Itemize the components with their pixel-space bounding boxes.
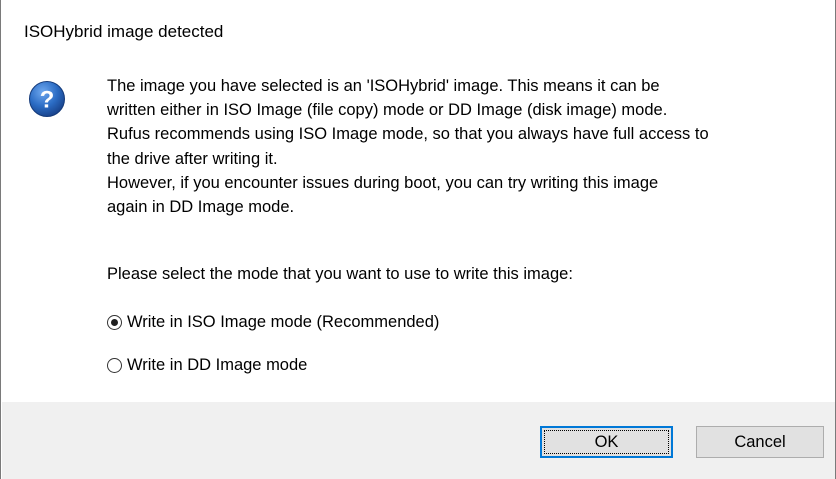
message-line: The image you have selected is an 'ISOHy…: [107, 77, 660, 95]
message-line: However, if you encounter issues during …: [107, 173, 659, 192]
question-icon: ?: [28, 80, 66, 118]
radio-button-checked[interactable]: [107, 315, 122, 330]
isohybrid-dialog: ISOHybrid image detected ? The image you…: [0, 0, 836, 479]
cancel-button-label: Cancel: [734, 432, 786, 451]
dialog-title: ISOHybrid image detected: [24, 22, 224, 41]
dialog-titlebar: ISOHybrid image detected: [2, 0, 835, 64]
radio-iso-mode[interactable]: Write in ISO Image mode (Recommended): [107, 313, 439, 332]
message-line: written either in ISO Image (file copy) …: [107, 101, 668, 120]
message-line: Rufus recommends using ISO Image mode, s…: [107, 125, 709, 144]
mode-prompt: Please select the mode that you want to …: [107, 265, 573, 283]
ok-button[interactable]: OK: [540, 426, 673, 458]
ok-button-label: OK: [594, 432, 619, 451]
radio-dd-mode[interactable]: Write in DD Image mode: [107, 356, 307, 375]
message-line: the drive after writing it.: [107, 149, 278, 168]
dialog-message: The image you have selected is an 'ISOHy…: [107, 74, 827, 219]
dialog-content: ? The image you have selected is an 'ISO…: [2, 64, 835, 402]
cancel-button[interactable]: Cancel: [696, 426, 824, 458]
svg-text:?: ?: [40, 87, 55, 114]
radio-iso-mode-label[interactable]: Write in ISO Image mode (Recommended): [127, 313, 439, 332]
radio-button-unchecked[interactable]: [107, 358, 122, 373]
radio-dd-mode-label[interactable]: Write in DD Image mode: [127, 356, 307, 375]
message-line: again in DD Image mode.: [107, 198, 295, 217]
dialog-button-bar: OK Cancel: [2, 402, 835, 479]
